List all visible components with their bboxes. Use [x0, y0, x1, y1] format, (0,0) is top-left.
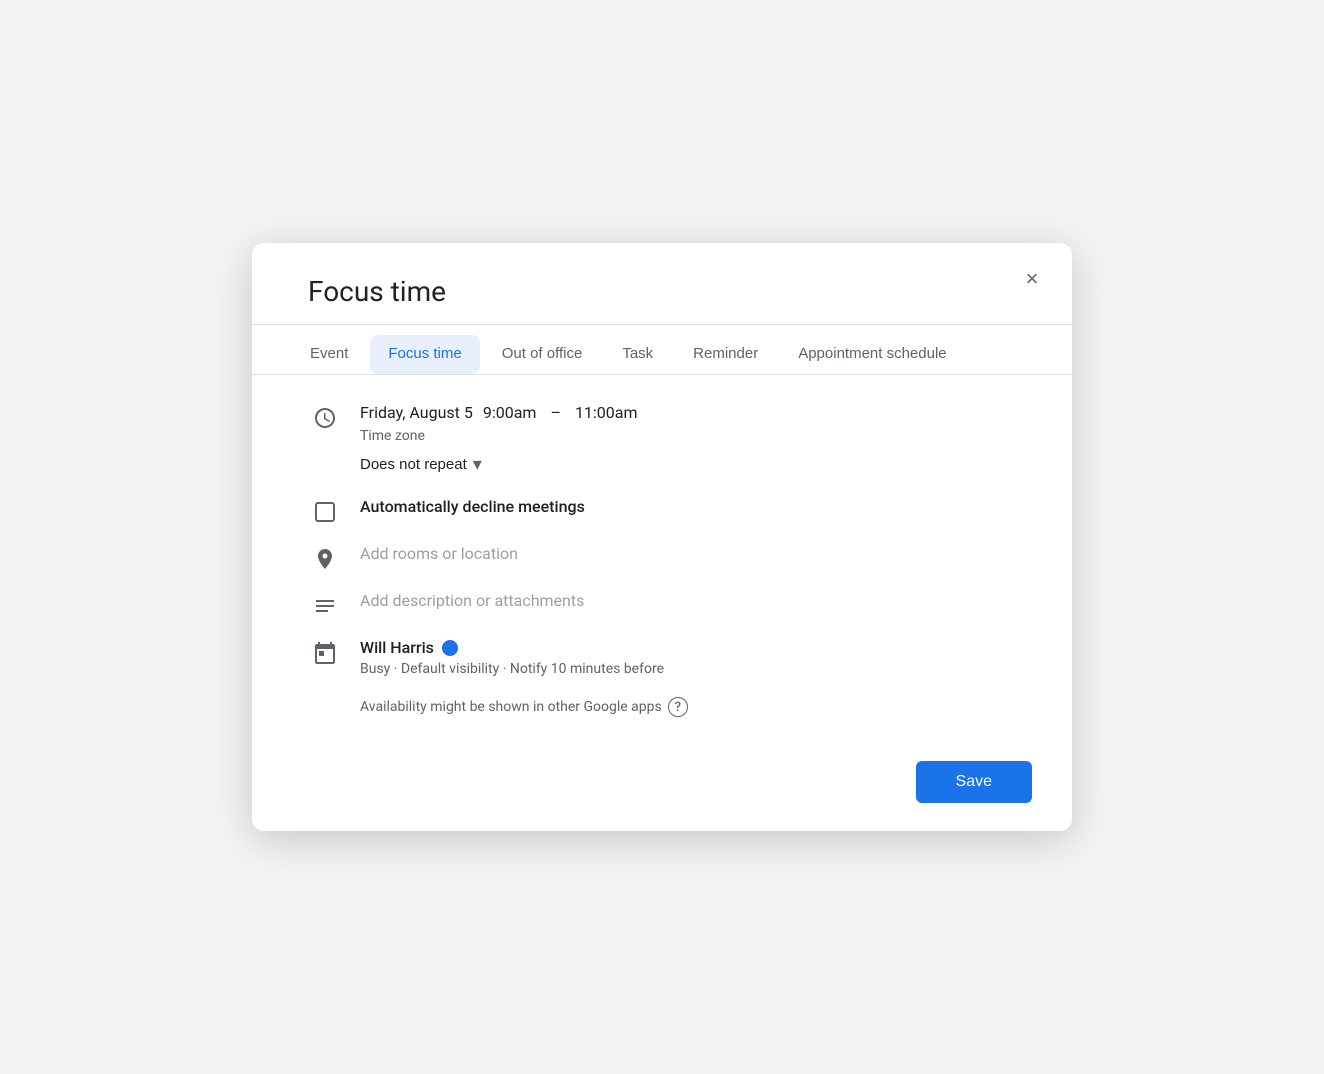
timezone-link[interactable]: Time zone [360, 428, 1016, 444]
tab-out-of-office[interactable]: Out of office [484, 335, 601, 374]
dialog-footer: Save [252, 749, 1072, 831]
description-icon [308, 591, 342, 618]
user-status: Busy · Default visibility · Notify 10 mi… [360, 661, 1016, 677]
datetime-row: Friday, August 5 9:00am – 11:00am Time z… [308, 403, 1016, 477]
decline-meetings-detail: Automatically decline meetings [360, 497, 1016, 516]
description-row: Add description or attachments [308, 591, 1016, 618]
tab-reminder[interactable]: Reminder [675, 335, 776, 374]
decline-meetings-label[interactable]: Automatically decline meetings [360, 497, 1016, 516]
end-time[interactable]: 11:00am [575, 403, 638, 422]
calendar-icon [308, 638, 342, 665]
description-detail: Add description or attachments [360, 591, 1016, 610]
tab-focus-time[interactable]: Focus time [370, 335, 479, 374]
repeat-dropdown-arrow: ▾ [473, 454, 482, 475]
location-placeholder[interactable]: Add rooms or location [360, 544, 1016, 563]
location-icon [308, 544, 342, 571]
tab-appointment-schedule[interactable]: Appointment schedule [780, 335, 964, 374]
tab-task[interactable]: Task [604, 335, 671, 374]
repeat-button[interactable]: Does not repeat ▾ [360, 452, 482, 477]
save-button[interactable]: Save [916, 761, 1032, 803]
datetime-details: Friday, August 5 9:00am – 11:00am Time z… [360, 403, 1016, 477]
repeat-row: Does not repeat ▾ [360, 452, 1016, 477]
checkbox-icon-col [308, 497, 342, 524]
description-placeholder[interactable]: Add description or attachments [360, 591, 1016, 610]
calendar-user-detail: Will Harris Busy · Default visibility · … [360, 638, 1016, 677]
location-row: Add rooms or location [308, 544, 1016, 571]
start-time[interactable]: 9:00am [483, 403, 537, 422]
tab-bar: Event Focus time Out of office Task Remi… [252, 325, 1072, 375]
create-event-dialog: × Focus time Event Focus time Out of off… [252, 243, 1072, 831]
content-area: Friday, August 5 9:00am – 11:00am Time z… [252, 375, 1072, 749]
time-separator: – [550, 403, 561, 422]
availability-note: Availability might be shown in other Goo… [308, 697, 1016, 717]
calendar-user-row: Will Harris Busy · Default visibility · … [308, 638, 1016, 677]
date-time-display: Friday, August 5 9:00am – 11:00am [360, 403, 1016, 422]
user-name-row: Will Harris [360, 638, 1016, 657]
tab-event[interactable]: Event [292, 335, 366, 374]
event-date[interactable]: Friday, August 5 [360, 403, 473, 422]
dialog-title: Focus time [252, 243, 1072, 324]
repeat-label: Does not repeat [360, 456, 467, 473]
location-detail: Add rooms or location [360, 544, 1016, 563]
decline-meetings-row: Automatically decline meetings [308, 497, 1016, 524]
user-color-dot [442, 640, 458, 656]
user-name: Will Harris [360, 638, 434, 657]
clock-icon [308, 403, 342, 430]
help-icon[interactable]: ? [668, 697, 688, 717]
close-button[interactable]: × [1014, 261, 1050, 297]
